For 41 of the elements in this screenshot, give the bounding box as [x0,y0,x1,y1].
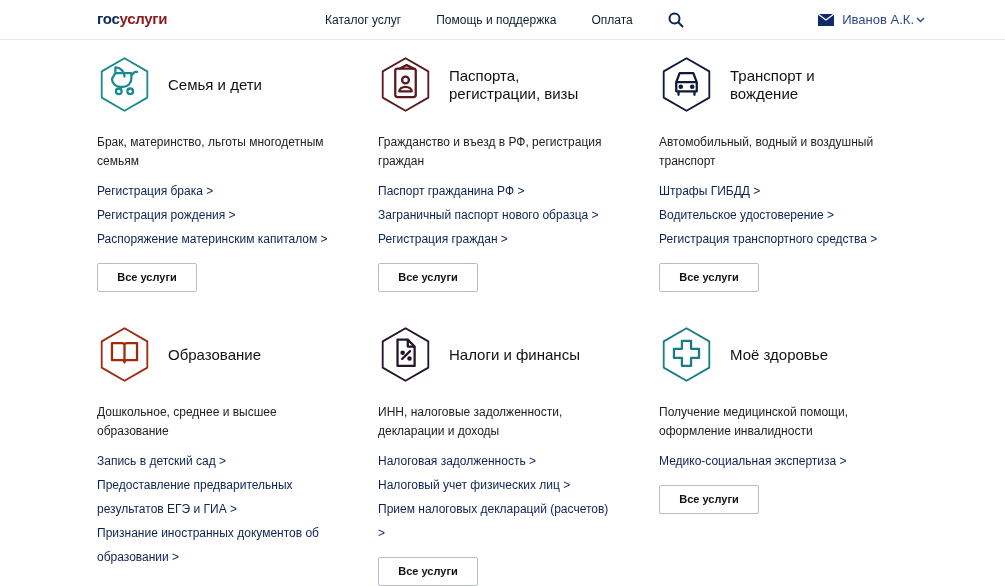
logo[interactable]: госуслуги [97,8,277,31]
all-services-button[interactable]: Все услуги [659,263,759,292]
service-link[interactable]: Регистрация транспортного средства > [659,227,899,251]
nav-link[interactable]: Каталог услуг [325,10,402,29]
all-services-button[interactable]: Все услуги [378,557,478,586]
service-link[interactable]: Прием налоговых деклараций (расчетов) > [378,497,618,545]
category-description: Брак, материнство, льготы многодетным семьям [97,134,325,170]
category-description: Гражданство и въезд в РФ, регистрация граждан [378,134,603,170]
category-description: Автомобильный, водный и воздушный транспорт [659,134,875,170]
category-description: Получение медицинской помощи, оформление инвалидности [659,404,849,440]
nav-link[interactable]: Помощь и поддержка [436,10,557,29]
all-services-button[interactable]: Все услуги [659,485,759,514]
service-link[interactable]: Признание иностранных документов об образовании > [97,521,337,569]
service-link[interactable]: Налоговая задолженность > [378,449,618,473]
service-link[interactable]: Штрафы ГИБДД > [659,179,899,203]
service-link[interactable]: Распоряжение материнским капиталом > [97,227,337,251]
all-services-button[interactable]: Все услуги [97,263,197,292]
service-link[interactable]: Налоговый учет физических лиц > [378,473,618,497]
nav-link[interactable]: Оплата [591,10,633,29]
service-link[interactable]: Запись в детский сад > [97,449,337,473]
search-icon[interactable] [667,11,684,28]
mail-icon[interactable] [818,13,835,26]
category-description: Дошкольное, среднее и высшее образование [97,404,278,440]
category-title[interactable]: Моё здоровье [730,345,880,364]
caret-icon[interactable] [916,16,925,23]
category-title[interactable]: Налоги и финансы [449,345,599,364]
category-title[interactable]: Транспорт и вождение [730,66,880,103]
category-description: ИНН, налоговые задолженности, декларации и доходы [378,404,564,440]
category-title[interactable]: Семья и дети [168,75,318,94]
all-services-button[interactable]: Все услуги [378,263,478,292]
service-link[interactable]: Регистрация брака > [97,179,337,203]
service-link[interactable]: Предоставление предварительных результатов ЕГЭ и ГИА > [97,473,337,521]
service-link[interactable]: Регистрация граждан > [378,227,618,251]
user-menu[interactable]: Иванов А.К. [842,9,914,30]
service-link[interactable]: Медико-социальная экспертиза > [659,449,899,473]
service-link[interactable]: Водительское удостоверение > [659,203,899,227]
service-link[interactable]: Заграничный паспорт нового образца > [378,203,618,227]
category-title[interactable]: Паспорта, регистрации, визы [449,66,599,103]
service-link[interactable]: Регистрация рождения > [97,203,337,227]
category-title[interactable]: Образование [168,345,318,364]
service-link[interactable]: Паспорт гражданина РФ > [378,179,618,203]
